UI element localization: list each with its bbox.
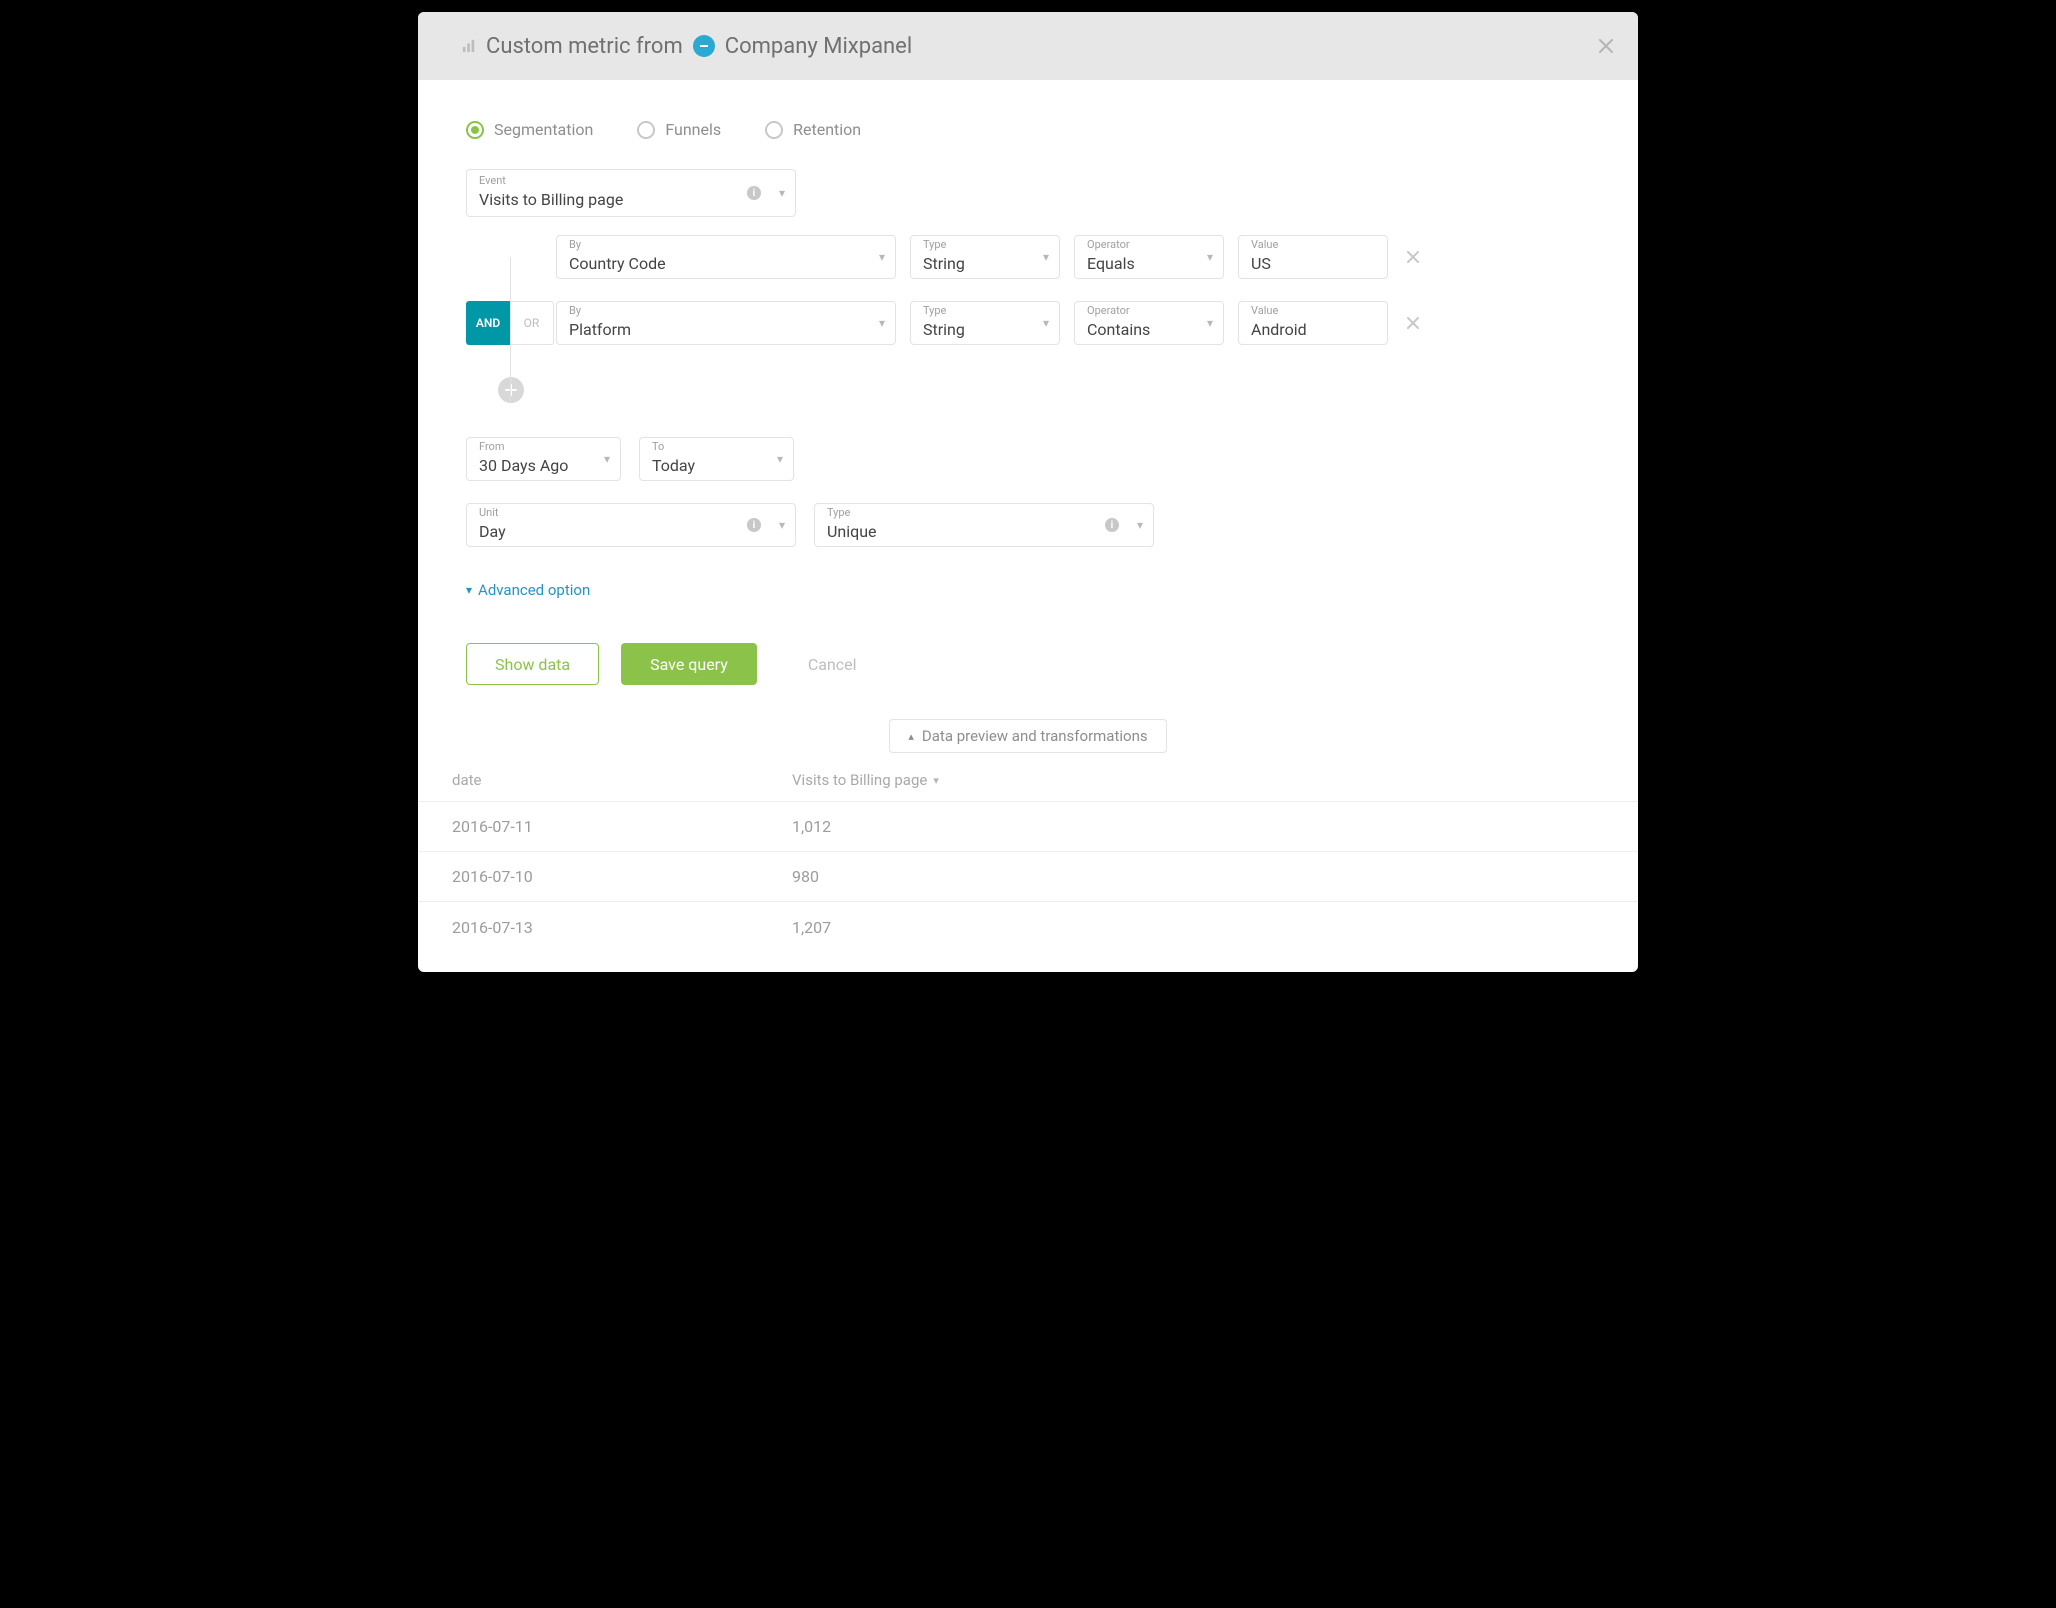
- field-value: Visits to Billing page: [479, 190, 783, 209]
- event-select[interactable]: Event Visits to Billing page i ▾: [466, 169, 796, 217]
- filter-by-select[interactable]: By Platform ▾: [556, 301, 896, 345]
- source-badge-icon: [693, 35, 715, 57]
- unit-type-row: Unit Day i ▾ Type Unique i ▾: [466, 503, 1590, 547]
- cell-date: 2016-07-13: [452, 918, 792, 937]
- table-row: 2016-07-13 1,207: [418, 902, 1638, 952]
- radio-label: Retention: [793, 120, 861, 139]
- aggregation-type-select[interactable]: Type Unique i ▾: [814, 503, 1154, 547]
- col-date[interactable]: date: [452, 771, 792, 789]
- radio-segmentation[interactable]: Segmentation: [466, 120, 593, 139]
- remove-filter-icon[interactable]: [1406, 316, 1420, 330]
- col-metric[interactable]: Visits to Billing page ▾: [792, 771, 1604, 789]
- event-row: Event Visits to Billing page i ▾: [466, 169, 1590, 217]
- chevron-down-icon: ▾: [1207, 250, 1213, 264]
- filter-type-select[interactable]: Type String ▾: [910, 301, 1060, 345]
- modal-title: Custom metric from Company Mixpanel: [486, 34, 912, 59]
- remove-filter-icon[interactable]: [1406, 250, 1420, 264]
- table-row: 2016-07-10 980: [418, 852, 1638, 902]
- modal-body: Segmentation Funnels Retention Event Vis…: [418, 80, 1638, 685]
- chevron-down-icon: ▾: [466, 583, 472, 597]
- filter-row: By Country Code ▾ Type String ▾ Operator…: [556, 235, 1590, 279]
- chevron-down-icon: ▾: [604, 452, 610, 466]
- modal-header: Custom metric from Company Mixpanel: [418, 12, 1638, 80]
- radio-circle-icon: [765, 121, 783, 139]
- chevron-down-icon: ▾: [777, 452, 783, 466]
- unit-select[interactable]: Unit Day i ▾: [466, 503, 796, 547]
- advanced-label: Advanced option: [478, 581, 590, 599]
- or-button[interactable]: OR: [510, 301, 554, 345]
- filter-operator-select[interactable]: Operator Equals ▾: [1074, 235, 1224, 279]
- save-query-button[interactable]: Save query: [621, 643, 757, 685]
- info-icon[interactable]: i: [747, 518, 761, 532]
- cell-value: 1,012: [792, 817, 1604, 836]
- radio-retention[interactable]: Retention: [765, 120, 861, 139]
- radio-funnels[interactable]: Funnels: [637, 120, 721, 139]
- chevron-down-icon: ▾: [879, 250, 885, 264]
- info-icon[interactable]: i: [1105, 518, 1119, 532]
- filter-value-input[interactable]: Value Android: [1238, 301, 1388, 345]
- filter-operator-select[interactable]: Operator Contains ▾: [1074, 301, 1224, 345]
- chevron-up-icon: ▴: [908, 730, 914, 743]
- radio-circle-icon: [637, 121, 655, 139]
- filter-rows: By Country Code ▾ Type String ▾ Operator…: [556, 235, 1590, 403]
- show-data-button[interactable]: Show data: [466, 643, 599, 685]
- advanced-option-toggle[interactable]: ▾ Advanced option: [466, 581, 1590, 599]
- preview-toggle-label: Data preview and transformations: [922, 727, 1148, 745]
- radio-circle-icon: [466, 121, 484, 139]
- boolean-column: AND OR: [466, 235, 556, 403]
- radio-label: Funnels: [665, 120, 721, 139]
- add-filter-button[interactable]: [498, 377, 524, 403]
- radio-label: Segmentation: [494, 120, 593, 139]
- chevron-down-icon: ▾: [1043, 250, 1049, 264]
- chevron-down-icon: ▾: [779, 518, 785, 532]
- filter-type-select[interactable]: Type String ▾: [910, 235, 1060, 279]
- info-icon[interactable]: i: [747, 186, 761, 200]
- sort-desc-icon: ▾: [933, 774, 939, 787]
- cell-date: 2016-07-10: [452, 867, 792, 886]
- close-icon[interactable]: [1598, 38, 1614, 54]
- filters: AND OR By Country Code ▾ Type: [466, 235, 1590, 403]
- and-button[interactable]: AND: [466, 301, 510, 345]
- chevron-down-icon: ▾: [1207, 316, 1213, 330]
- preview-table: date Visits to Billing page ▾ 2016-07-11…: [418, 759, 1638, 952]
- table-row: 2016-07-11 1,012: [418, 802, 1638, 852]
- cell-value: 980: [792, 867, 1604, 886]
- chevron-down-icon: ▾: [779, 186, 785, 200]
- source-name: Company Mixpanel: [725, 34, 912, 59]
- data-preview-toggle[interactable]: ▴ Data preview and transformations: [889, 719, 1166, 753]
- from-date-select[interactable]: From 30 Days Ago ▾: [466, 437, 621, 481]
- connector-line: [510, 257, 511, 403]
- metric-icon: [462, 39, 476, 53]
- chevron-down-icon: ▾: [1137, 518, 1143, 532]
- filter-by-select[interactable]: By Country Code ▾: [556, 235, 896, 279]
- action-buttons: Show data Save query Cancel: [466, 643, 1590, 685]
- cell-value: 1,207: [792, 918, 1604, 937]
- chevron-down-icon: ▾: [1043, 316, 1049, 330]
- report-type-radios: Segmentation Funnels Retention: [466, 120, 1590, 139]
- cancel-button[interactable]: Cancel: [779, 643, 886, 685]
- modal: Custom metric from Company Mixpanel Segm…: [418, 12, 1638, 972]
- date-range-row: From 30 Days Ago ▾ To Today ▾: [466, 437, 1590, 481]
- table-header: date Visits to Billing page ▾: [418, 759, 1638, 802]
- title-prefix: Custom metric from: [486, 34, 683, 59]
- to-date-select[interactable]: To Today ▾: [639, 437, 794, 481]
- cell-date: 2016-07-11: [452, 817, 792, 836]
- chevron-down-icon: ▾: [879, 316, 885, 330]
- filter-row: By Platform ▾ Type String ▾ Operator Con…: [556, 301, 1590, 345]
- field-label: Event: [479, 175, 783, 186]
- filter-value-input[interactable]: Value US: [1238, 235, 1388, 279]
